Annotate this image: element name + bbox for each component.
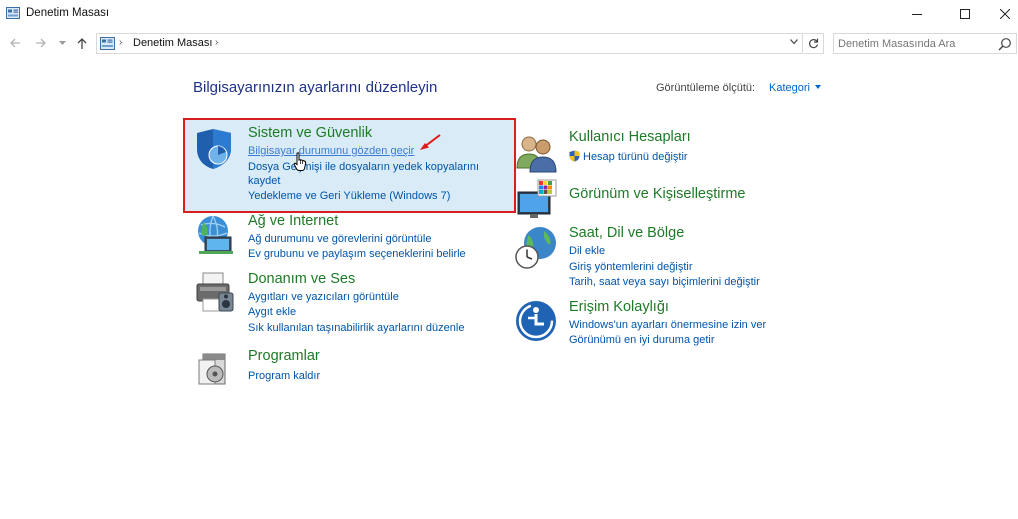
category-title-system-security[interactable]: Sistem ve Güvenlik — [248, 125, 372, 141]
navigation-bar: › Denetim Masası › — [0, 30, 1018, 56]
link-change-input-methods[interactable]: Giriş yöntemlerini değiştir — [569, 260, 692, 274]
printer-icon[interactable] — [193, 271, 237, 315]
category-hardware-sound: Donanım ve Ses Aygıtları ve yazıcıları g… — [193, 271, 513, 336]
clock-globe-icon[interactable] — [514, 225, 558, 269]
breadcrumb-control-panel[interactable]: Denetim Masası — [133, 37, 212, 49]
recent-locations-button[interactable] — [56, 34, 68, 52]
link-add-device[interactable]: Aygıt ekle — [248, 305, 296, 319]
link-file-history-backup[interactable]: Dosya Geçmişi ile dosyaların yedek kopya… — [248, 160, 479, 174]
link-change-account-type-label[interactable]: Hesap türünü değiştir — [583, 151, 688, 163]
address-bar[interactable]: › Denetim Masası › — [96, 33, 803, 54]
address-dropdown-icon[interactable] — [790, 37, 798, 48]
programs-icon[interactable] — [193, 346, 237, 390]
link-change-account-type[interactable]: Hesap türünü değiştir — [569, 150, 688, 164]
link-change-date-time-formats[interactable]: Tarih, saat veya sayı biçimlerini değişt… — [569, 275, 760, 289]
category-title-hardware-sound[interactable]: Donanım ve Ses — [248, 271, 355, 287]
search-icon[interactable] — [998, 37, 1012, 51]
ease-of-access-icon[interactable] — [514, 299, 558, 343]
page-title: Bilgisayarınızın ayarlarını düzenleyin — [193, 79, 438, 96]
link-uninstall-program[interactable]: Program kaldır — [248, 369, 320, 383]
minimize-button[interactable] — [894, 0, 940, 28]
link-review-computer-status[interactable]: Bilgisayar durumunu gözden geçir — [248, 144, 414, 158]
link-backup-restore[interactable]: Yedekleme ve Geri Yükleme (Windows 7) — [248, 189, 450, 203]
back-button[interactable] — [6, 34, 24, 52]
refresh-icon — [809, 38, 819, 49]
network-globe-icon[interactable] — [193, 213, 237, 257]
category-clock-language-region: Saat, Dil ve Bölge Dil ekle Giriş yöntem… — [514, 225, 814, 290]
search-input[interactable] — [838, 36, 988, 51]
minimize-icon — [912, 14, 922, 15]
arrow-right-icon — [36, 38, 46, 48]
user-accounts-icon[interactable] — [514, 132, 558, 176]
view-by-label: Görüntüleme ölçütü: — [656, 82, 756, 94]
link-optimize-visual-display[interactable]: Görünümü en iyi duruma getir — [569, 333, 715, 347]
breadcrumb-separator-icon[interactable]: › — [119, 37, 122, 48]
title-bar: Denetim Masası — [0, 0, 1018, 28]
category-title-clock-language-region[interactable]: Saat, Dil ve Bölge — [569, 225, 684, 241]
control-panel-icon — [100, 37, 115, 50]
category-appearance-personalization: Görünüm ve Kişiselleştirme — [514, 179, 814, 226]
link-let-windows-suggest[interactable]: Windows'un ayarları önermesine izin ver — [569, 318, 766, 332]
control-panel-icon — [6, 7, 20, 19]
arrow-up-icon — [77, 37, 87, 49]
link-network-status-tasks[interactable]: Ağ durumunu ve görevlerini görüntüle — [248, 232, 431, 246]
link-file-history-backup-line2[interactable]: kaydet — [248, 174, 280, 188]
view-by-dropdown[interactable]: Kategori — [769, 82, 810, 94]
hand-cursor-icon — [293, 152, 307, 171]
view-by-caret-icon[interactable] — [815, 85, 821, 89]
category-user-accounts: Kullanıcı Hesapları Hesap türünü değişti… — [514, 129, 814, 174]
link-mobility-settings[interactable]: Sık kullanılan taşınabilirlik ayarlarını… — [248, 321, 464, 335]
shield-icon[interactable] — [193, 127, 237, 171]
category-programs: Programlar Program kaldır — [193, 348, 513, 393]
link-homegroup-sharing[interactable]: Ev grubunu ve paylaşım seçeneklerini bel… — [248, 247, 466, 261]
chevron-down-icon — [58, 40, 66, 45]
maximize-icon — [960, 9, 970, 19]
category-title-network-internet[interactable]: Ağ ve Internet — [248, 213, 338, 229]
link-add-language[interactable]: Dil ekle — [569, 244, 605, 258]
close-button[interactable] — [982, 0, 1018, 28]
chevron-down-icon — [790, 39, 798, 45]
search-box[interactable] — [833, 33, 1017, 54]
category-title-programs[interactable]: Programlar — [248, 348, 320, 364]
category-system-security: Sistem ve Güvenlik Bilgisayar durumunu g… — [193, 125, 513, 210]
red-arrow-icon — [420, 134, 441, 150]
refresh-button[interactable] — [804, 33, 824, 54]
uac-shield-icon — [569, 150, 580, 162]
arrow-left-icon — [10, 38, 20, 48]
forward-button[interactable] — [32, 34, 50, 52]
category-network-internet: Ağ ve Internet Ağ durumunu ve görevlerin… — [193, 213, 513, 263]
up-button[interactable] — [73, 34, 91, 52]
category-title-ease-of-access[interactable]: Erişim Kolaylığı — [569, 299, 669, 315]
link-devices-printers[interactable]: Aygıtları ve yazıcıları görüntüle — [248, 290, 399, 304]
category-title-user-accounts[interactable]: Kullanıcı Hesapları — [569, 129, 691, 145]
appearance-icon[interactable] — [514, 178, 558, 222]
window-title: Denetim Masası — [26, 7, 110, 19]
breadcrumb-separator-icon[interactable]: › — [215, 37, 218, 48]
category-title-appearance-personalization[interactable]: Görünüm ve Kişiselleştirme — [569, 186, 745, 202]
close-icon — [1000, 9, 1010, 19]
category-ease-of-access: Erişim Kolaylığı Windows'un ayarları öne… — [514, 299, 814, 349]
